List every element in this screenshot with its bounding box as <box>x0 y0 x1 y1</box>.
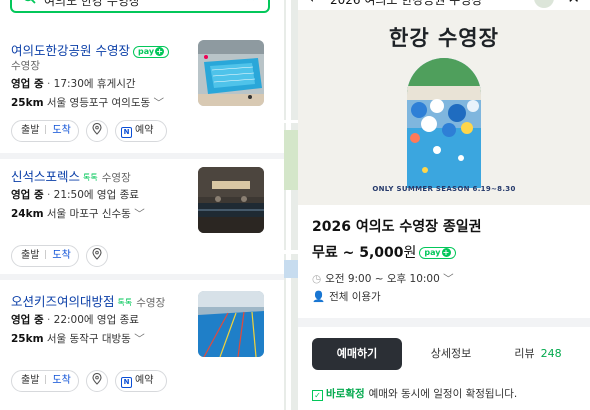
hours-line: 영업 중 · 22:00에 영업 종료 <box>11 314 139 326</box>
place-thumbnail[interactable] <box>198 291 264 357</box>
operating-hours[interactable]: ◷ 오전 9:00 ~ 오후 10:00 ﹀ <box>312 271 454 286</box>
reserve-button[interactable]: N 예약 <box>115 120 167 142</box>
notice-text: 예매와 동시에 일정이 확정됩니다. <box>368 388 518 400</box>
arrive-label: 도착 <box>52 250 71 261</box>
map-pin-icon <box>92 372 102 385</box>
naver-n-icon: N <box>121 377 132 388</box>
place-detail-panel: ‹ 2026 여의도 한강공원 수영장 ✕ 한강 수영장 ONLY SUMMER… <box>298 0 590 410</box>
clock-icon: ◷ <box>312 273 322 285</box>
detail-tabs: 예매하기 상세정보 리뷰 248 <box>298 338 590 370</box>
search-icon <box>24 0 36 4</box>
chevron-down-icon: ﹀ <box>134 333 145 345</box>
avatar[interactable] <box>534 0 554 8</box>
save-place-button[interactable] <box>86 120 108 142</box>
poster-title: 한강 수영장 <box>389 26 499 50</box>
route-button[interactable]: 출발 도착 <box>11 120 79 142</box>
status-text: 영업 중 <box>11 78 44 90</box>
route-button[interactable]: 출발 도착 <box>11 370 79 392</box>
distance-text: 24km <box>11 208 44 220</box>
price-value: 무료 ~ 5,000 <box>312 245 404 261</box>
place-name[interactable]: 여의도한강공원 수영장 <box>11 43 130 58</box>
place-name[interactable]: 오션키즈여의대방점 <box>11 294 115 309</box>
hours-line: 영업 중 · 21:50에 영업 종료 <box>11 189 139 201</box>
list-item[interactable]: 신석스포렉스 톡톡 수영장 영업 중 · 21:50에 영업 종료 24km 서울 … <box>0 159 284 274</box>
tab-reviews[interactable]: 리뷰 248 <box>498 338 578 370</box>
result-title[interactable]: 오션키즈여의대방점 톡톡 수영장 <box>11 291 165 310</box>
address-text: 서울 동작구 대방동 <box>46 333 131 345</box>
tab-booking[interactable]: 예매하기 <box>312 338 402 370</box>
depart-label: 출발 <box>21 125 40 136</box>
route-button[interactable]: 출발 도착 <box>11 245 79 267</box>
event-poster[interactable]: 한강 수영장 ONLY SUMMER SEASON 6.19~8.30 <box>298 10 590 205</box>
address-line[interactable]: 25km 서울 영등포구 여의도동 ﹀ <box>11 95 164 110</box>
notice-highlight: 바로확정 <box>326 388 365 400</box>
list-item[interactable]: 오션키즈여의대방점 톡톡 수영장 영업 중 · 22:00에 영업 종료 25km … <box>0 280 284 410</box>
depart-label: 출발 <box>21 250 40 261</box>
status-text: 영업 중 <box>11 314 44 326</box>
close-icon[interactable]: ✕ <box>245 0 256 5</box>
reserve-button[interactable]: N 예약 <box>115 370 167 392</box>
distance-text: 25km <box>11 333 44 345</box>
distance-text: 25km <box>11 97 44 109</box>
address-line[interactable]: 25km 서울 동작구 대방동 ﹀ <box>11 331 145 346</box>
chevron-down-icon: ﹀ <box>153 97 165 109</box>
depart-label: 출발 <box>21 375 40 386</box>
instant-confirm-notice: ✓ 바로확정 예매와 동시에 일정이 확정됩니다. <box>312 386 517 401</box>
price-unit: 원 <box>403 245 417 261</box>
hours-text: 17:30에 휴게시간 <box>53 78 136 90</box>
search-bar[interactable]: 여의도 한강 수영장 ✕ <box>10 0 270 13</box>
arrive-label: 도착 <box>52 375 71 386</box>
audience-text: 전체 이용가 <box>329 291 381 303</box>
reserve-label: 예약 <box>135 375 154 386</box>
save-place-button[interactable] <box>86 370 108 392</box>
result-title[interactable]: 여의도한강공원 수영장 pay + <box>11 40 170 59</box>
hours-text: 22:00에 영업 종료 <box>53 314 139 326</box>
detail-header-title: 2026 여의도 한강공원 수영장 <box>330 0 483 7</box>
tab-details[interactable]: 상세정보 <box>410 338 492 370</box>
list-item[interactable]: 여의도한강공원 수영장 pay + 수영장 영업 중 · 17:30에 휴게시간 2… <box>0 36 284 153</box>
search-results-panel: 여의도 한강 수영장 ✕ 여의도한강공원 수영장pay+ 수영장 영업 중 · … <box>0 0 284 410</box>
address-line[interactable]: 24km 서울 마포구 신수동 ﹀ <box>11 206 145 221</box>
chevron-down-icon: ﹀ <box>134 208 145 220</box>
map-view[interactable] <box>284 0 298 410</box>
reserve-label: 예약 <box>135 125 154 136</box>
age-rating: 👤 전체 이용가 <box>312 289 381 304</box>
hours-text: 21:50에 영업 종료 <box>53 189 139 201</box>
place-category: 수영장 <box>136 297 166 309</box>
back-arrow-icon[interactable]: ‹ <box>308 0 314 7</box>
status-text: 영업 중 <box>11 189 44 201</box>
hours-text: 오전 9:00 ~ 오후 10:00 <box>325 273 440 285</box>
poster-caption: ONLY SUMMER SEASON 6.19~8.30 <box>372 185 516 193</box>
talktalk-badge: 톡톡 <box>83 173 98 182</box>
poster-image <box>407 58 481 188</box>
place-category: 수영장 <box>101 172 131 184</box>
detail-header: ‹ 2026 여의도 한강공원 수영장 ✕ <box>298 0 590 10</box>
search-input[interactable]: 여의도 한강 수영장 <box>44 0 140 9</box>
npay-badge: pay + <box>132 45 170 58</box>
address-text: 서울 마포구 신수동 <box>46 208 131 220</box>
address-text: 서울 영등포구 여의도동 <box>46 97 151 109</box>
talktalk-badge: 톡톡 <box>117 298 133 307</box>
tab-reviews-label: 리뷰 <box>514 347 535 360</box>
arrive-label: 도착 <box>52 125 71 136</box>
checkbox-icon: ✓ <box>312 390 323 401</box>
place-category: 수영장 <box>11 60 40 72</box>
place-thumbnail[interactable] <box>198 167 264 233</box>
hours-line: 영업 중 · 17:30에 휴게시간 <box>11 78 136 90</box>
person-icon: 👤 <box>312 291 326 303</box>
npay-badge: pay + <box>419 247 456 259</box>
review-count: 248 <box>540 347 562 360</box>
place-name[interactable]: 신석스포렉스 <box>11 169 80 184</box>
save-place-button[interactable] <box>86 245 108 267</box>
close-icon[interactable]: ✕ <box>567 0 580 7</box>
naver-n-icon: N <box>121 127 132 138</box>
place-thumbnail[interactable] <box>198 40 264 106</box>
chevron-down-icon: ﹀ <box>443 273 454 285</box>
map-pin-icon <box>92 122 102 135</box>
price: 무료 ~ 5,000원 pay + <box>312 242 456 262</box>
map-pin-icon <box>92 247 102 260</box>
product-title: 2026 여의도 수영장 종일권 <box>312 219 482 235</box>
result-title[interactable]: 신석스포렉스 톡톡 수영장 <box>11 166 131 185</box>
section-divider <box>298 318 590 327</box>
